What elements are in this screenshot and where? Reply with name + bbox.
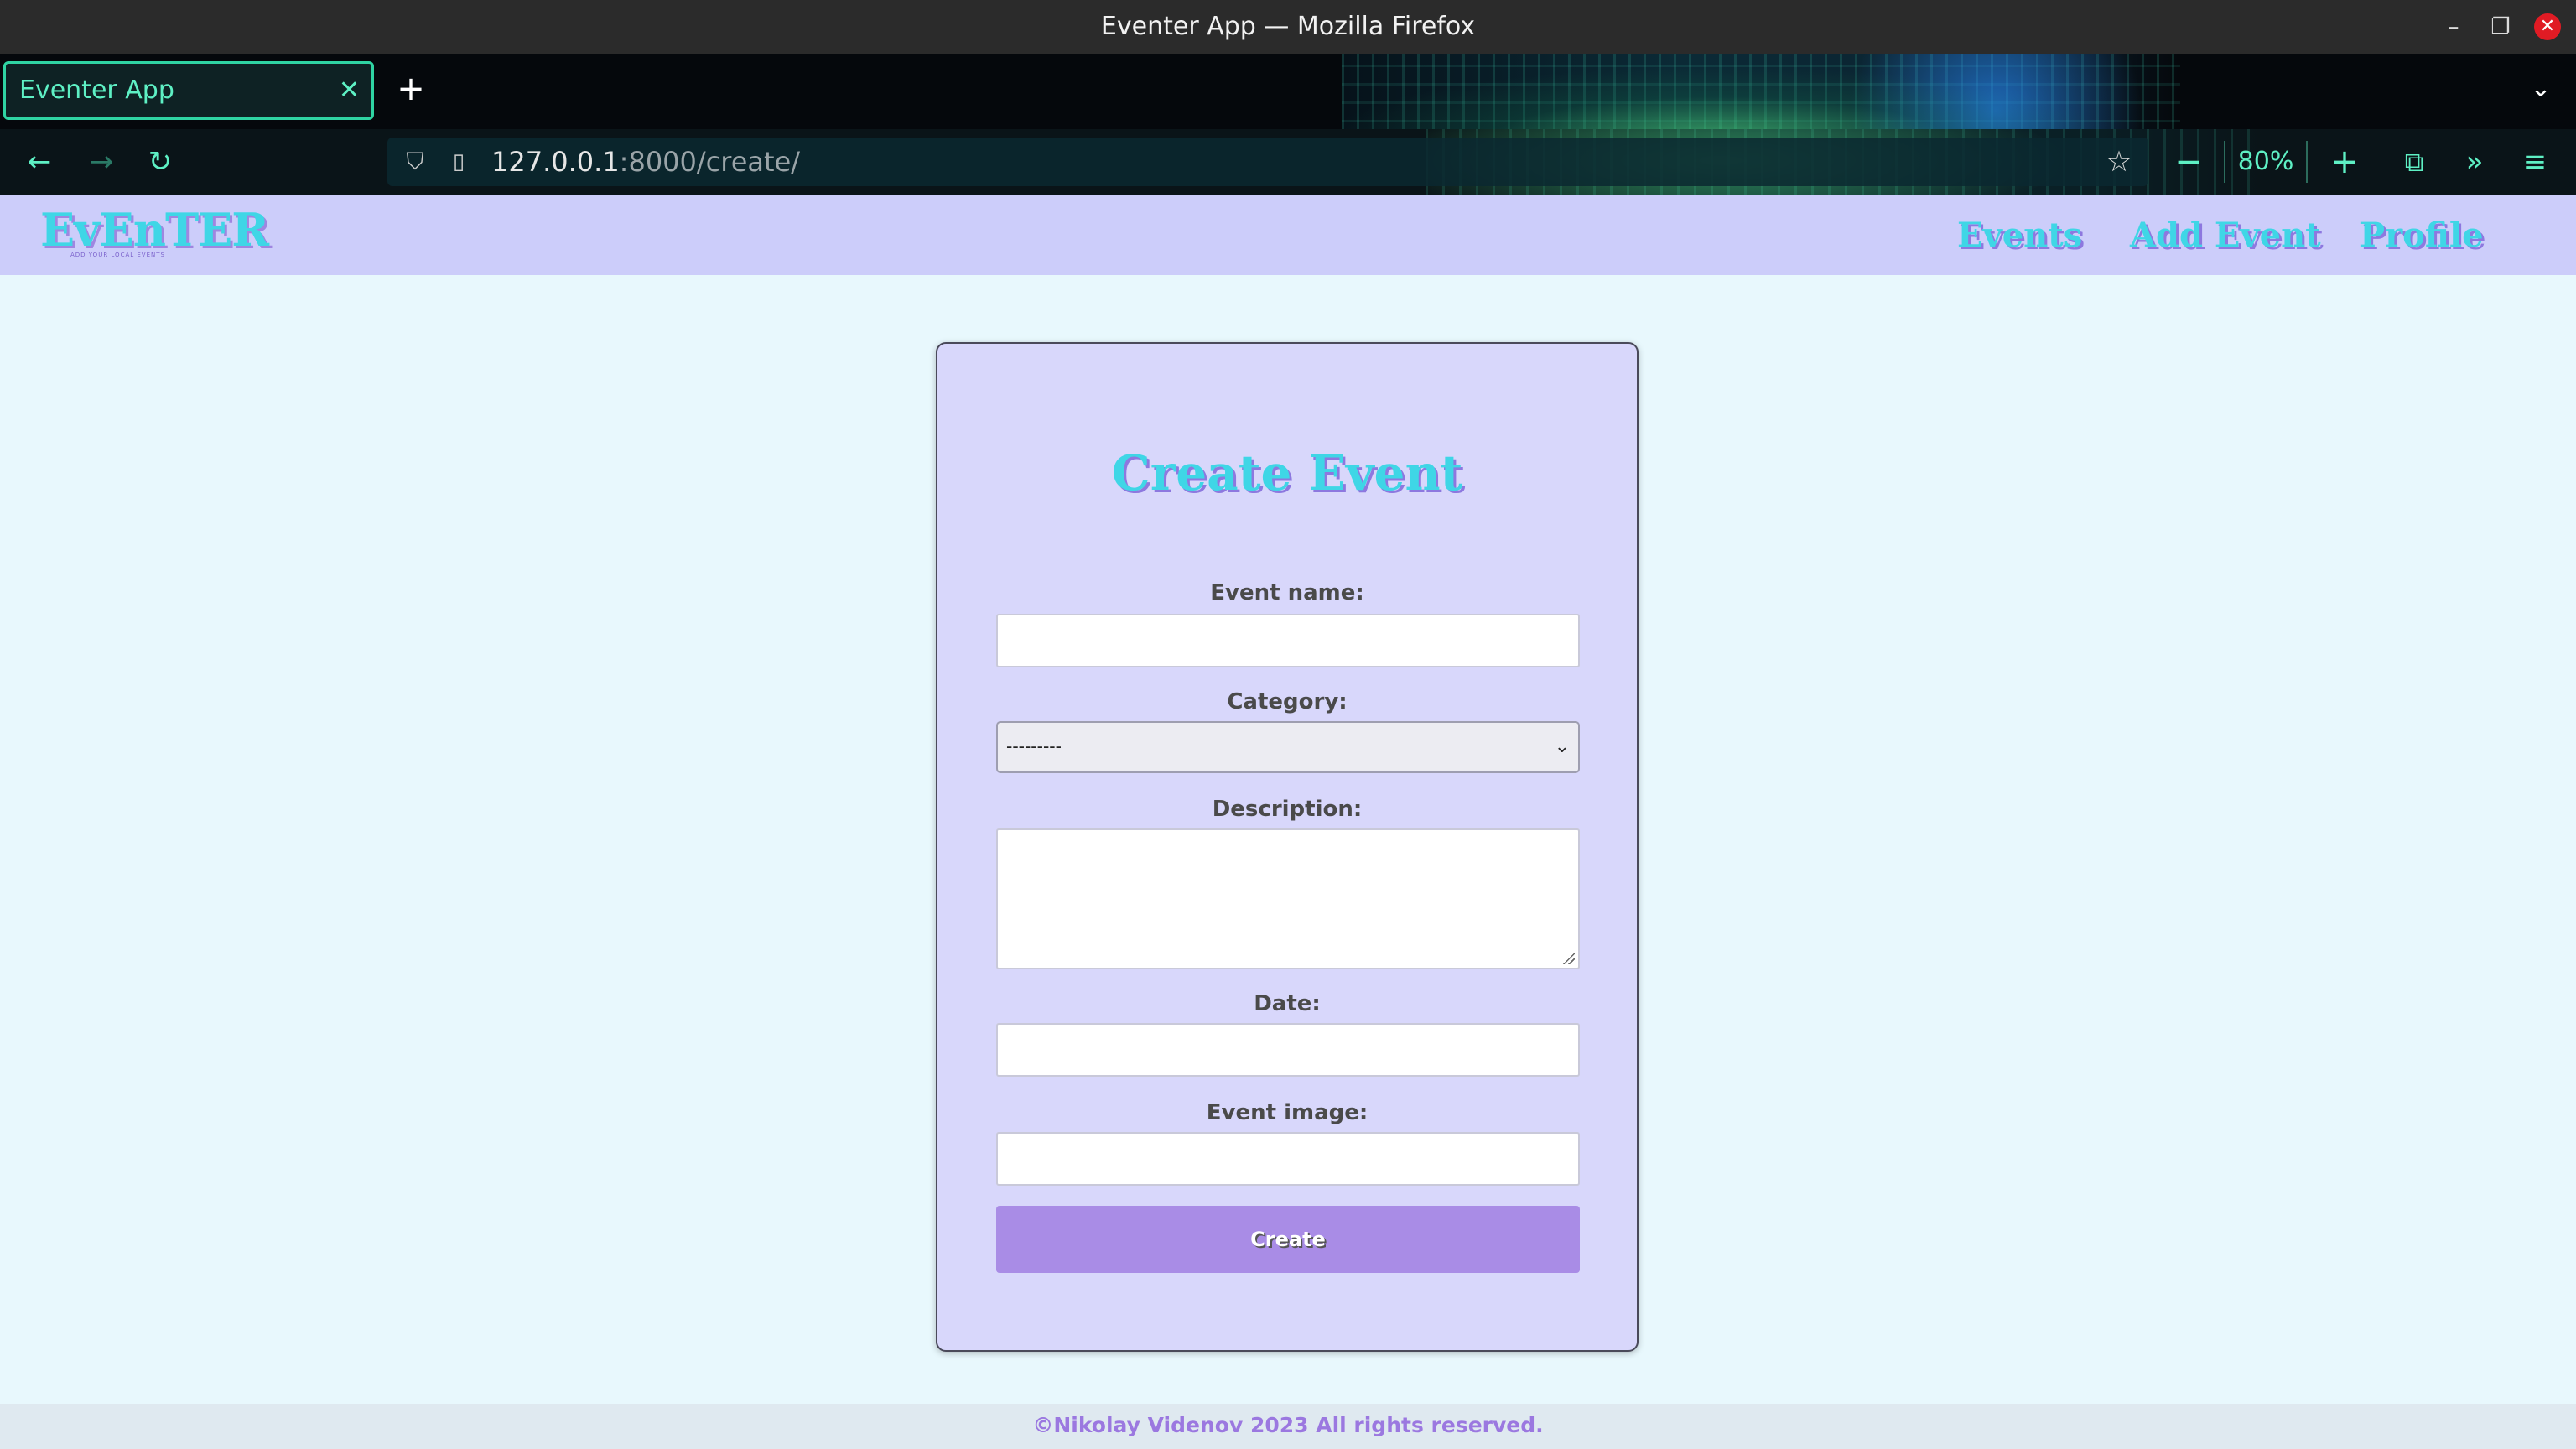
logo-tagline: ADD YOUR LOCAL EVENTS <box>70 252 165 258</box>
event-image-label: Event image: <box>1206 1100 1368 1125</box>
chevron-double-right-icon[interactable]: » <box>2455 141 2494 183</box>
event-image-input[interactable] <box>996 1132 1580 1186</box>
forward-arrow-icon[interactable]: → <box>80 141 122 183</box>
logo-text: EvEnTER <box>40 203 269 257</box>
list-tabs-chevron-icon[interactable]: ⌄ <box>2524 70 2558 107</box>
url-host: 127.0.0.1 <box>491 146 620 178</box>
event-name-label: Event name: <box>1210 580 1364 605</box>
tab-strip: Eventer App ✕ + ⌄ <box>0 54 2576 129</box>
nav-profile-link[interactable]: Profile <box>2360 215 2484 257</box>
window-title: Eventer App — Mozilla Firefox <box>1100 12 1476 41</box>
tab-label: Eventer App <box>19 75 174 105</box>
date-label: Date: <box>1254 991 1321 1016</box>
hamburger-menu-icon[interactable]: ≡ <box>2516 141 2554 183</box>
form-title: Create Event <box>1111 444 1463 501</box>
bookmark-star-icon[interactable]: ☆ <box>2103 146 2135 178</box>
category-selected-value: --------- <box>1006 735 1062 756</box>
shield-icon[interactable]: ⛉ <box>401 148 429 176</box>
url-path: :8000/create/ <box>619 146 801 178</box>
site-footer: ©Nikolay Videnov 2023 All rights reserve… <box>0 1404 2576 1449</box>
reload-icon[interactable]: ↻ <box>139 141 181 183</box>
category-select[interactable]: --------- ⌄ <box>996 721 1580 773</box>
zoom-level[interactable]: 80% <box>2224 141 2308 183</box>
close-window-icon[interactable]: ✕ <box>2534 13 2561 40</box>
url-text[interactable]: 127.0.0.1:8000/create/ <box>491 138 800 186</box>
create-button[interactable]: Create <box>996 1206 1580 1273</box>
category-label: Category: <box>1227 689 1348 714</box>
zoom-out-button[interactable]: − <box>2172 141 2205 183</box>
page-icon[interactable]: ▯ <box>444 148 473 176</box>
site-logo[interactable]: EvEnTER ADD YOUR LOCAL EVENTS <box>40 203 269 262</box>
navigation-toolbar: ← → ↻ ⛉ ▯ 127.0.0.1:8000/create/ ☆ − 80%… <box>0 129 2576 195</box>
date-input[interactable] <box>996 1023 1580 1077</box>
back-arrow-icon[interactable]: ← <box>18 141 60 183</box>
url-bar[interactable]: ⛉ ▯ 127.0.0.1:8000/create/ ☆ <box>387 138 2148 186</box>
zoom-in-button[interactable]: + <box>2328 141 2361 183</box>
theme-background <box>1342 54 2180 129</box>
create-event-form: Create Event Event name: Category: -----… <box>936 342 1639 1352</box>
window-titlebar: Eventer App — Mozilla Firefox – ❐ ✕ <box>0 0 2576 54</box>
description-label: Description: <box>1212 797 1363 822</box>
nav-events-link[interactable]: Events <box>1957 215 2082 257</box>
resize-grip-icon[interactable] <box>1561 951 1575 964</box>
site-header: EvEnTER ADD YOUR LOCAL EVENTS Events Add… <box>0 195 2576 275</box>
minimize-icon[interactable]: – <box>2440 13 2467 40</box>
new-tab-icon[interactable]: + <box>394 70 428 107</box>
tab-close-icon[interactable]: ✕ <box>339 64 360 117</box>
chevron-down-icon: ⌄ <box>1554 735 1570 756</box>
event-name-input[interactable] <box>996 614 1580 667</box>
extensions-icon[interactable]: ⧉ <box>2395 141 2433 183</box>
tab-eventer-app[interactable]: Eventer App ✕ <box>3 61 374 120</box>
maximize-icon[interactable]: ❐ <box>2487 13 2514 40</box>
nav-add-event-link[interactable]: Add Event <box>2130 215 2321 257</box>
description-textarea[interactable] <box>996 828 1580 969</box>
